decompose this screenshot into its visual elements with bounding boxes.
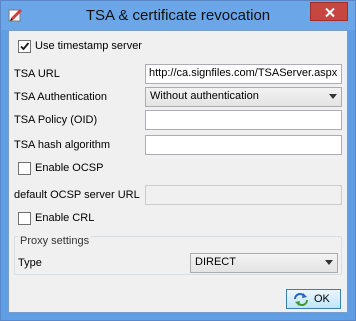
chevron-down-icon <box>325 260 333 265</box>
dialog-body: Use timestamp server TSA URL http://ca.s… <box>8 30 348 313</box>
close-button[interactable] <box>310 2 348 21</box>
proxy-type-value: DIRECT <box>195 256 236 268</box>
tsa-hash-label: TSA hash algorithm <box>14 139 110 151</box>
close-icon <box>325 8 335 17</box>
use-timestamp-label[interactable]: Use timestamp server <box>35 40 142 52</box>
proxy-type-select[interactable]: DIRECT <box>190 253 338 273</box>
tsa-auth-select[interactable]: Without authentication <box>145 87 342 107</box>
ocsp-server-label: default OCSP server URL <box>14 189 140 201</box>
checkmark-icon <box>20 42 30 51</box>
title-bar[interactable]: TSA & certificate revocation <box>1 1 355 30</box>
window-title: TSA & certificate revocation <box>85 7 271 24</box>
tsa-url-input[interactable]: http://ca.signfiles.com/TSAServer.aspx <box>145 64 342 84</box>
enable-crl-label[interactable]: Enable CRL <box>35 212 94 224</box>
enable-ocsp-label[interactable]: Enable OCSP <box>35 162 103 174</box>
chevron-down-icon <box>329 94 337 99</box>
ok-button[interactable]: OK <box>286 289 341 309</box>
proxy-settings-legend: Proxy settings <box>18 235 92 247</box>
tsa-policy-label: TSA Policy (OID) <box>14 114 98 126</box>
enable-ocsp-checkbox[interactable] <box>18 162 31 175</box>
tsa-policy-input[interactable] <box>145 110 342 130</box>
tsa-auth-value: Without authentication <box>150 90 259 102</box>
proxy-type-label: Type <box>18 257 42 269</box>
use-timestamp-checkbox[interactable] <box>18 40 31 53</box>
tsa-url-label: TSA URL <box>14 68 60 80</box>
ocsp-server-input[interactable] <box>145 185 342 205</box>
tsa-hash-input[interactable] <box>145 135 342 155</box>
ok-arrows-icon <box>294 293 308 306</box>
tsa-auth-label: TSA Authentication <box>14 91 107 103</box>
ok-button-label: OK <box>314 293 330 305</box>
enable-crl-checkbox[interactable] <box>18 212 31 225</box>
dialog-window: TSA & certificate revocation Use timesta… <box>0 0 356 321</box>
